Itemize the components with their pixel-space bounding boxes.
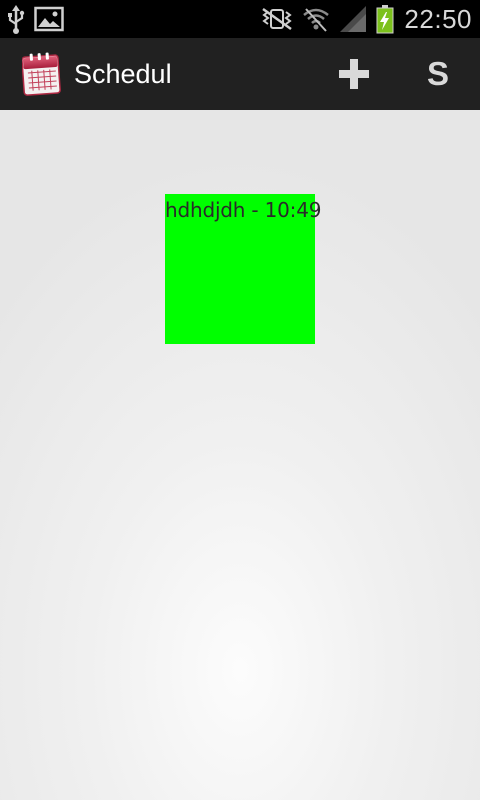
add-button[interactable]	[322, 38, 386, 110]
status-bar-system: 22:50	[260, 0, 472, 38]
status-bar-notifications	[6, 4, 64, 34]
usb-icon	[8, 5, 25, 34]
mute-vibrate-icon	[262, 7, 293, 31]
image-notification-icon	[34, 6, 64, 32]
s-button[interactable]: S	[406, 38, 470, 110]
action-bar: Schedul S	[0, 38, 480, 112]
plus-icon	[339, 59, 369, 89]
battery-charging-icon	[376, 5, 394, 34]
calendar-icon[interactable]	[22, 52, 62, 96]
status-bar-clock: 22:50	[404, 3, 472, 34]
wifi-icon	[303, 8, 330, 32]
s-button-label: S	[426, 55, 449, 92]
signal-icon	[340, 6, 367, 32]
app-title: Schedul	[74, 59, 172, 89]
event-item[interactable]: hdhdjdh - 10:49	[165, 194, 322, 344]
status-bar: 22:50	[0, 0, 480, 38]
schedule-content: hdhdjdh - 10:49	[0, 110, 480, 800]
event-label: hdhdjdh - 10:49	[165, 198, 322, 222]
